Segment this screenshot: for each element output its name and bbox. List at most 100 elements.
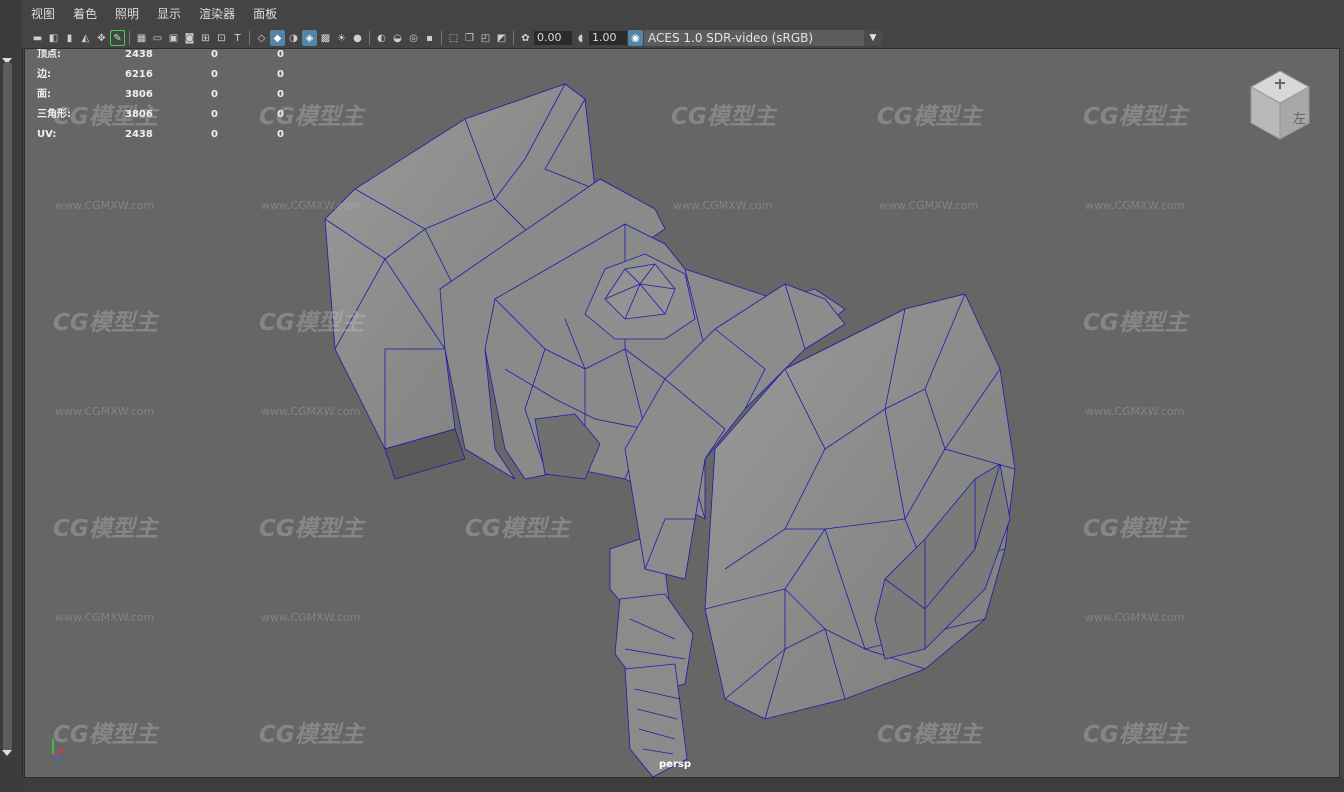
safe-action-icon[interactable]: ⊡ (214, 30, 229, 46)
hud-value: 2438 (125, 49, 153, 60)
watermark-url: www.CGMXW.com (1085, 199, 1185, 212)
exposure-icon[interactable]: ✿ (518, 30, 533, 46)
menu-lighting[interactable]: 照明 (106, 0, 148, 28)
hud-value: 0 (277, 89, 284, 100)
hud-value: 3806 (125, 89, 153, 100)
hud-value: 0 (277, 69, 284, 80)
wireframe-on-shaded-icon[interactable]: ◈ (302, 30, 317, 46)
menu-renderer[interactable]: 渲染器 (190, 0, 244, 28)
shadows-icon[interactable]: ● (350, 30, 365, 46)
watermark-url: www.CGMXW.com (1085, 611, 1185, 624)
wireframe-icon[interactable]: ◇ (254, 30, 269, 46)
xray-joints-icon[interactable]: ◰ (478, 30, 493, 46)
viewport-3d[interactable]: CG模型主 CG模型主 CG模型主 CG模型主 CG模型主 CG模型主 CG模型… (24, 48, 1340, 778)
backface-culling-icon[interactable]: ◩ (494, 30, 509, 46)
gamma-icon[interactable]: ◖ (573, 30, 588, 46)
xray-icon[interactable]: ❐ (462, 30, 477, 46)
view-cube-face-label: 左 (1293, 112, 1306, 127)
panel-toolbar: ▬ ◧ ▮ ◭ ✥ ✎ ▦ ▭ ▣ ◙ ⊞ ⊡ T ◇ ◆ ◑ ◈ ▩ ☀ ● … (22, 28, 1344, 48)
watermark: CG模型主 (259, 722, 364, 748)
watermark: CG模型主 (259, 104, 364, 130)
hud-value: 0 (211, 49, 218, 60)
scroll-down-arrow[interactable] (2, 750, 12, 756)
view-cube-icon[interactable]: 左 (1247, 67, 1313, 147)
resolution-gate-icon[interactable]: ▣ (166, 30, 181, 46)
left-scrollbar[interactable] (3, 62, 12, 752)
watermark: CG模型主 (877, 722, 982, 748)
smooth-shade-icon[interactable]: ◆ (270, 30, 285, 46)
hud-value: 6216 (125, 69, 153, 80)
default-material-icon[interactable]: ◑ (286, 30, 301, 46)
safe-title-icon[interactable]: T (230, 30, 245, 46)
motion-blur-icon[interactable]: ◒ (390, 30, 405, 46)
camera-attributes-icon[interactable]: ◧ (46, 30, 61, 46)
hud-label: 面: (37, 89, 51, 100)
watermark-url: www.CGMXW.com (261, 405, 361, 418)
gamma-field[interactable]: 1.00 (589, 31, 627, 45)
separator (249, 31, 250, 45)
field-chart-icon[interactable]: ⊞ (198, 30, 213, 46)
view-transform-value: ACES 1.0 SDR-video (sRGB) (648, 31, 814, 45)
depth-of-field-icon[interactable]: ▪ (422, 30, 437, 46)
watermark: CG模型主 (877, 104, 982, 130)
menu-view[interactable]: 视图 (22, 0, 64, 28)
isolate-select-icon[interactable]: ⬚ (446, 30, 461, 46)
separator (441, 31, 442, 45)
film-gate-icon[interactable]: ▭ (150, 30, 165, 46)
camera-name: persp (659, 759, 691, 770)
separator (513, 31, 514, 45)
watermark: CG模型主 (1083, 310, 1188, 336)
watermark: CG模型主 (53, 516, 158, 542)
chevron-down-icon[interactable]: ▼ (864, 30, 882, 46)
watermark: CG模型主 (465, 516, 570, 542)
hud-value: 0 (211, 129, 218, 140)
hud-value: 2438 (125, 129, 153, 140)
panel-menu-bar: 视图 着色 照明 显示 渲染器 面板 (22, 0, 1344, 28)
two-d-pan-icon[interactable]: ✥ (94, 30, 109, 46)
screen-space-ao-icon[interactable]: ◐ (374, 30, 389, 46)
watermark-url: www.CGMXW.com (55, 611, 155, 624)
grease-pencil-icon[interactable]: ✎ (110, 30, 125, 46)
watermark: CG模型主 (1083, 516, 1188, 542)
view-transform-dropdown[interactable]: ACES 1.0 SDR-video (sRGB) ▼ (644, 30, 882, 46)
grid-icon[interactable]: ▦ (134, 30, 149, 46)
hud-value: 3806 (125, 109, 153, 120)
hud-label: 顶点: (37, 49, 61, 60)
hud-label: UV: (37, 129, 57, 140)
left-strip (0, 0, 23, 792)
watermark: CG模型主 (1083, 722, 1188, 748)
watermark-url: www.CGMXW.com (879, 199, 979, 212)
separator (369, 31, 370, 45)
use-all-lights-icon[interactable]: ☀ (334, 30, 349, 46)
hud-value: 0 (277, 49, 284, 60)
menu-shading[interactable]: 着色 (64, 0, 106, 28)
color-management-icon[interactable]: ◉ (628, 30, 643, 46)
anti-aliasing-icon[interactable]: ◎ (406, 30, 421, 46)
view-cube[interactable]: 左 (1247, 67, 1313, 147)
watermark-url: www.CGMXW.com (55, 199, 155, 212)
menu-show[interactable]: 显示 (148, 0, 190, 28)
bookmark-icon[interactable]: ▮ (62, 30, 77, 46)
bottom-ruler (22, 778, 1344, 792)
watermark-url: www.CGMXW.com (673, 199, 773, 212)
image-plane-icon[interactable]: ◭ (78, 30, 93, 46)
hud-value: 0 (211, 69, 218, 80)
watermark: CG模型主 (259, 516, 364, 542)
menu-panels[interactable]: 面板 (244, 0, 286, 28)
watermark-url: www.CGMXW.com (261, 199, 361, 212)
hud-label: 边: (37, 69, 51, 80)
watermark: CG模型主 (53, 722, 158, 748)
exposure-field[interactable]: 0.00 (534, 31, 572, 45)
hud-value: 0 (211, 109, 218, 120)
watermark-url: www.CGMXW.com (261, 611, 361, 624)
watermark: CG模型主 (1083, 104, 1188, 130)
separator (129, 31, 130, 45)
hud-value: 0 (277, 109, 284, 120)
textured-icon[interactable]: ▩ (318, 30, 333, 46)
watermark-url: www.CGMXW.com (55, 405, 155, 418)
watermark: CG模型主 (671, 104, 776, 130)
hud-value: 0 (211, 89, 218, 100)
gate-mask-icon[interactable]: ◙ (182, 30, 197, 46)
watermark: CG模型主 (53, 310, 158, 336)
select-camera-icon[interactable]: ▬ (30, 30, 45, 46)
